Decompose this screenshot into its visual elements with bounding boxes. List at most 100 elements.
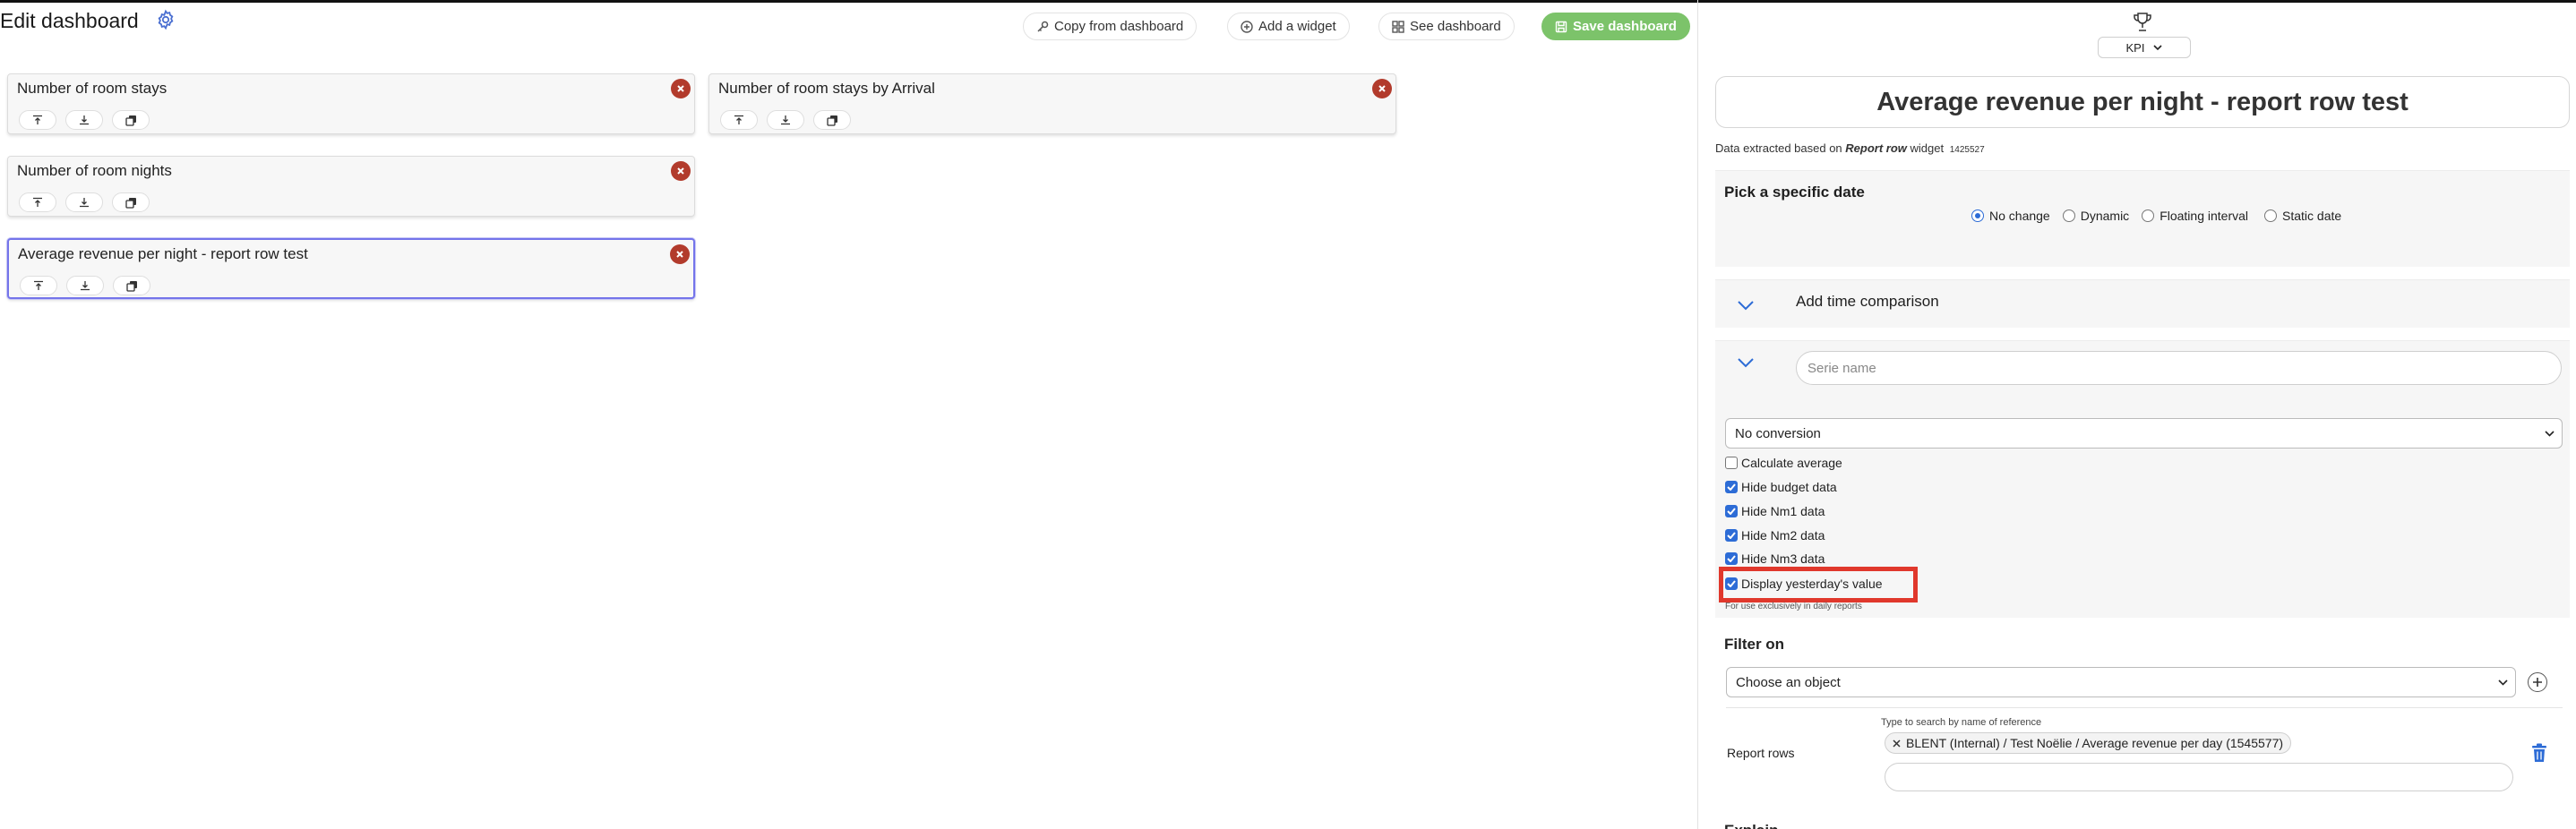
radio-floating-interval[interactable]: [2142, 209, 2155, 222]
date-section-heading: Pick a specific date: [1724, 184, 1865, 201]
save-dashboard-button[interactable]: Save dashboard: [1541, 13, 1690, 40]
extracted-prefix: Data extracted based on: [1715, 141, 1842, 155]
move-top-button[interactable]: [19, 110, 56, 130]
report-row-tag[interactable]: BLENT (Internal) / Test Noëlie / Average…: [1885, 732, 2292, 754]
add-widget-label: Add a widget: [1258, 19, 1336, 34]
widget-card-selected[interactable]: Average revenue per night - report row t…: [7, 238, 695, 299]
radio-label: Floating interval: [2160, 209, 2249, 223]
move-top-icon: [33, 115, 42, 124]
checkbox-hide-nm2[interactable]: Hide Nm2 data: [1725, 528, 1825, 543]
remove-icon[interactable]: [671, 79, 691, 98]
chevron-down-icon: [2498, 679, 2508, 686]
chevron-down-icon: [2545, 430, 2555, 437]
checkbox-label: Hide Nm2 data: [1741, 528, 1825, 543]
duplicate-button[interactable]: [112, 110, 150, 130]
search-hint: Type to search by name of reference: [1881, 717, 2042, 728]
move-bottom-icon: [81, 281, 90, 291]
checkbox[interactable]: [1725, 529, 1738, 542]
report-rows-label: Report rows: [1727, 746, 1795, 760]
move-top-button[interactable]: [720, 110, 758, 130]
see-dashboard-button[interactable]: See dashboard: [1378, 13, 1515, 40]
trash-icon[interactable]: [2531, 743, 2547, 763]
move-top-button[interactable]: [20, 276, 57, 295]
object-select-value: Choose an object: [1736, 674, 1841, 690]
chevron-down-icon[interactable]: [1737, 300, 1755, 311]
move-top-icon: [734, 115, 743, 124]
duplicate-button[interactable]: [813, 110, 851, 130]
object-select[interactable]: Choose an object: [1726, 667, 2516, 697]
radio-static-date[interactable]: [2264, 209, 2278, 222]
add-widget-button[interactable]: Add a widget: [1227, 13, 1350, 40]
extracted-widget-type: Report row: [1845, 141, 1907, 155]
radio-dynamic[interactable]: [2062, 209, 2075, 222]
conversion-value: No conversion: [1735, 425, 1821, 441]
checkbox-label: Calculate average: [1741, 456, 1842, 470]
add-filter-button[interactable]: [2528, 672, 2547, 692]
remove-icon[interactable]: [671, 161, 691, 181]
serie-name-input[interactable]: Serie name: [1796, 351, 2562, 385]
copy-icon: [826, 115, 837, 126]
checkbox-hide-nm3[interactable]: Hide Nm3 data: [1725, 551, 1825, 566]
remove-icon[interactable]: [670, 244, 690, 264]
close-icon[interactable]: [1893, 739, 1901, 748]
date-section: Pick a specific date No change Dynamic F…: [1715, 170, 2570, 267]
move-bottom-button[interactable]: [65, 110, 103, 130]
checkbox[interactable]: [1725, 457, 1738, 469]
report-row-tag-label: BLENT (Internal) / Test Noëlie / Average…: [1906, 736, 2284, 750]
checkbox[interactable]: [1725, 481, 1738, 493]
filter-divider: [1726, 707, 2563, 708]
move-bottom-icon: [781, 115, 790, 125]
move-bottom-button[interactable]: [65, 192, 103, 212]
plus-circle-icon: [1241, 20, 1253, 33]
checkbox-label: Hide Nm3 data: [1741, 551, 1825, 566]
time-comparison-section[interactable]: Add time comparison: [1715, 279, 2570, 328]
gear-icon[interactable]: [155, 9, 176, 30]
checkbox-calculate-average[interactable]: Calculate average: [1725, 456, 1842, 470]
extracted-info: Data extracted based on Report row widge…: [1715, 141, 1985, 155]
checkbox-label: Hide Nm1 data: [1741, 504, 1825, 518]
duplicate-button[interactable]: [113, 276, 150, 295]
widget-title-input[interactable]: Average revenue per night - report row t…: [1715, 76, 2570, 128]
widget-type-select[interactable]: KPI: [2098, 37, 2191, 58]
checkbox[interactable]: [1725, 552, 1738, 565]
checkbox-hide-nm1[interactable]: Hide Nm1 data: [1725, 504, 1825, 518]
key-icon: [1037, 21, 1049, 32]
checkbox-hide-budget[interactable]: Hide budget data: [1725, 480, 1837, 494]
copy-icon: [125, 197, 136, 209]
move-bottom-button[interactable]: [767, 110, 804, 130]
widget-type-value: KPI: [2125, 40, 2145, 55]
conversion-select[interactable]: No conversion: [1725, 418, 2563, 449]
checkbox-label: Hide budget data: [1741, 480, 1837, 494]
copy-from-dashboard-button[interactable]: Copy from dashboard: [1023, 13, 1198, 40]
daily-hint: For use exclusively in daily reports: [1725, 602, 1862, 611]
move-bottom-button[interactable]: [66, 276, 104, 295]
extracted-id: 1425527: [1949, 145, 1985, 155]
next-section-heading: Explain: [1724, 818, 1778, 829]
chevron-down-icon[interactable]: [1737, 357, 1755, 368]
filter-heading: Filter on: [1724, 636, 1785, 653]
plus-icon: [2533, 678, 2542, 687]
radio-no-change[interactable]: [1971, 209, 1984, 222]
report-rows-search-input[interactable]: [1885, 763, 2513, 791]
move-top-button[interactable]: [19, 192, 56, 212]
remove-icon[interactable]: [1372, 79, 1392, 98]
top-border: [0, 0, 2576, 3]
checkbox[interactable]: [1725, 505, 1738, 517]
chevron-down-icon: [2153, 44, 2163, 50]
move-bottom-icon: [80, 198, 89, 208]
radio-label: No change: [1989, 209, 2050, 223]
panel-divider: [1697, 0, 1698, 829]
widget-card[interactable]: Number of room stays by Arrival: [708, 73, 1396, 134]
serie-name-placeholder: Serie name: [1807, 360, 1876, 376]
copy-label: Copy from dashboard: [1054, 19, 1184, 34]
see-dashboard-label: See dashboard: [1410, 19, 1501, 34]
widget-card[interactable]: Number of room stays: [7, 73, 695, 134]
copy-icon: [125, 280, 137, 292]
radio-label: Dynamic: [2080, 209, 2130, 223]
widget-title: Number of room nights: [17, 162, 172, 179]
duplicate-button[interactable]: [112, 192, 150, 212]
widget-title-value: Average revenue per night - report row t…: [1876, 87, 2409, 116]
move-top-icon: [33, 197, 42, 207]
widget-card[interactable]: Number of room nights: [7, 156, 695, 217]
save-label: Save dashboard: [1573, 19, 1677, 34]
